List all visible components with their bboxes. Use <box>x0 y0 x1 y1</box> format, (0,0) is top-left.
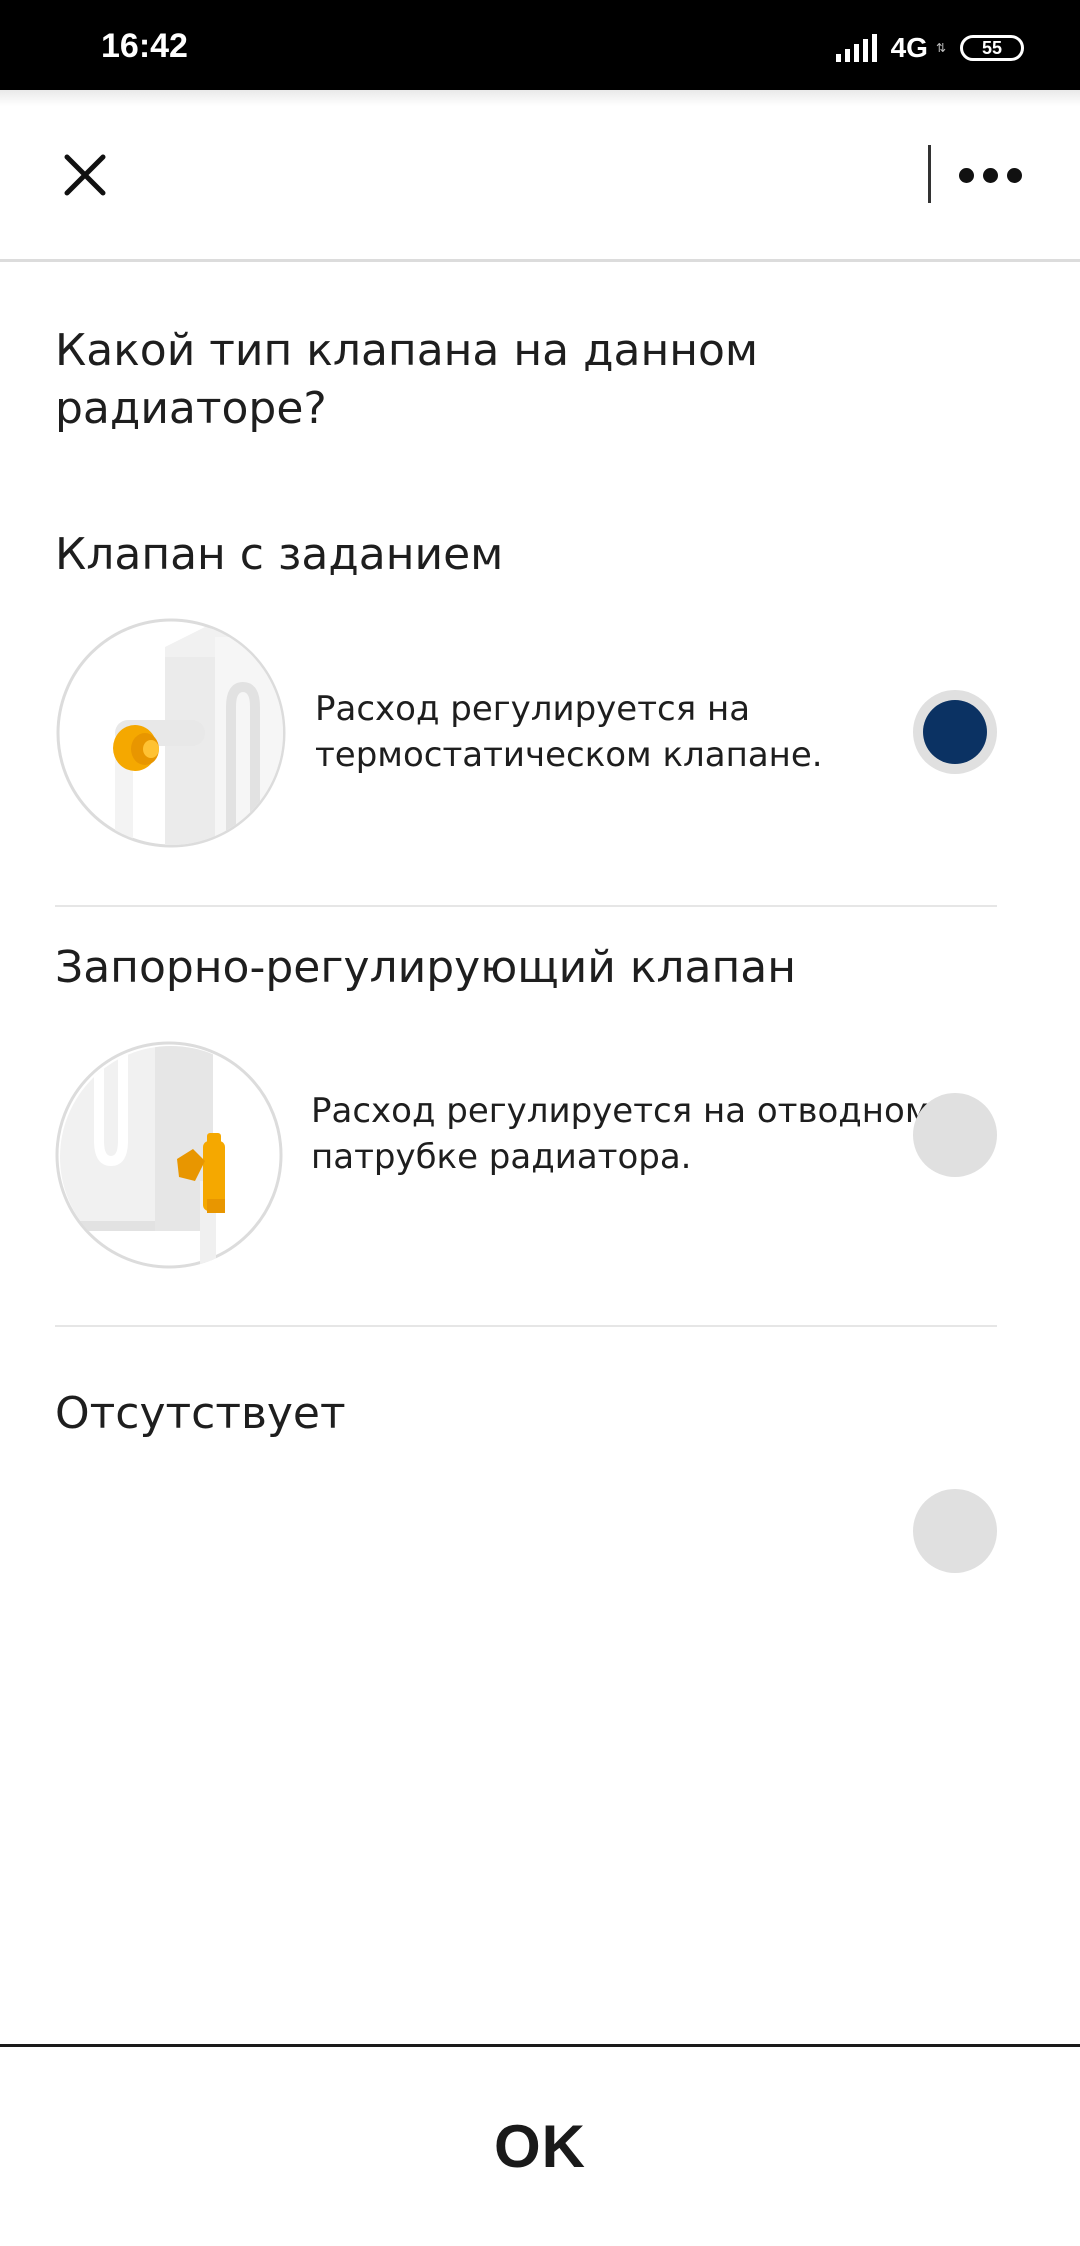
radiator-valve-image <box>56 618 286 848</box>
close-icon <box>64 154 106 196</box>
question-title: Какой тип клапана на данном радиаторе? <box>55 325 759 434</box>
radio-lockshield[interactable] <box>913 1093 997 1177</box>
header-divider <box>928 145 931 203</box>
battery-level: 55 <box>981 37 1003 58</box>
more-horizontal-icon <box>958 167 974 183</box>
bottom-bar: OK <box>0 2044 1080 2246</box>
header-shadow <box>0 90 1080 106</box>
app-header <box>0 90 1080 262</box>
close-button[interactable] <box>50 140 120 210</box>
option-title-thermostatic: Клапан с заданием <box>55 529 504 580</box>
signal-icon <box>835 34 877 62</box>
thermostatic-valve-illustration <box>55 617 287 849</box>
network-type: 4G <box>890 32 928 63</box>
option-description-lockshield: Расход регулируется на отводном патрубке… <box>311 1091 931 1177</box>
radiator-valve-image <box>55 1041 283 1269</box>
data-activity-icon: ⇅ <box>935 41 946 55</box>
status-time: 16:42 <box>101 27 188 65</box>
ok-button[interactable]: OK <box>0 2047 1080 2246</box>
status-bar: 16:42 4G ⇅ 55 <box>0 0 1080 90</box>
option-title-lockshield: Запорно-регулирующий клапан <box>55 942 797 993</box>
radio-none[interactable] <box>913 1489 997 1573</box>
option-title-none: Отсутствует <box>55 1388 346 1439</box>
option-separator <box>55 1325 997 1327</box>
more-options-button[interactable] <box>950 145 1030 205</box>
radio-selected-dot <box>923 700 987 764</box>
option-separator <box>55 905 997 907</box>
radio-thermostatic[interactable] <box>913 690 997 774</box>
option-description-thermostatic: Расход регулируется на термостатическом … <box>315 689 823 775</box>
lockshield-valve-illustration <box>55 1041 287 1273</box>
status-icons: 4G ⇅ 55 <box>835 28 1024 68</box>
battery-icon: 55 <box>960 35 1024 61</box>
